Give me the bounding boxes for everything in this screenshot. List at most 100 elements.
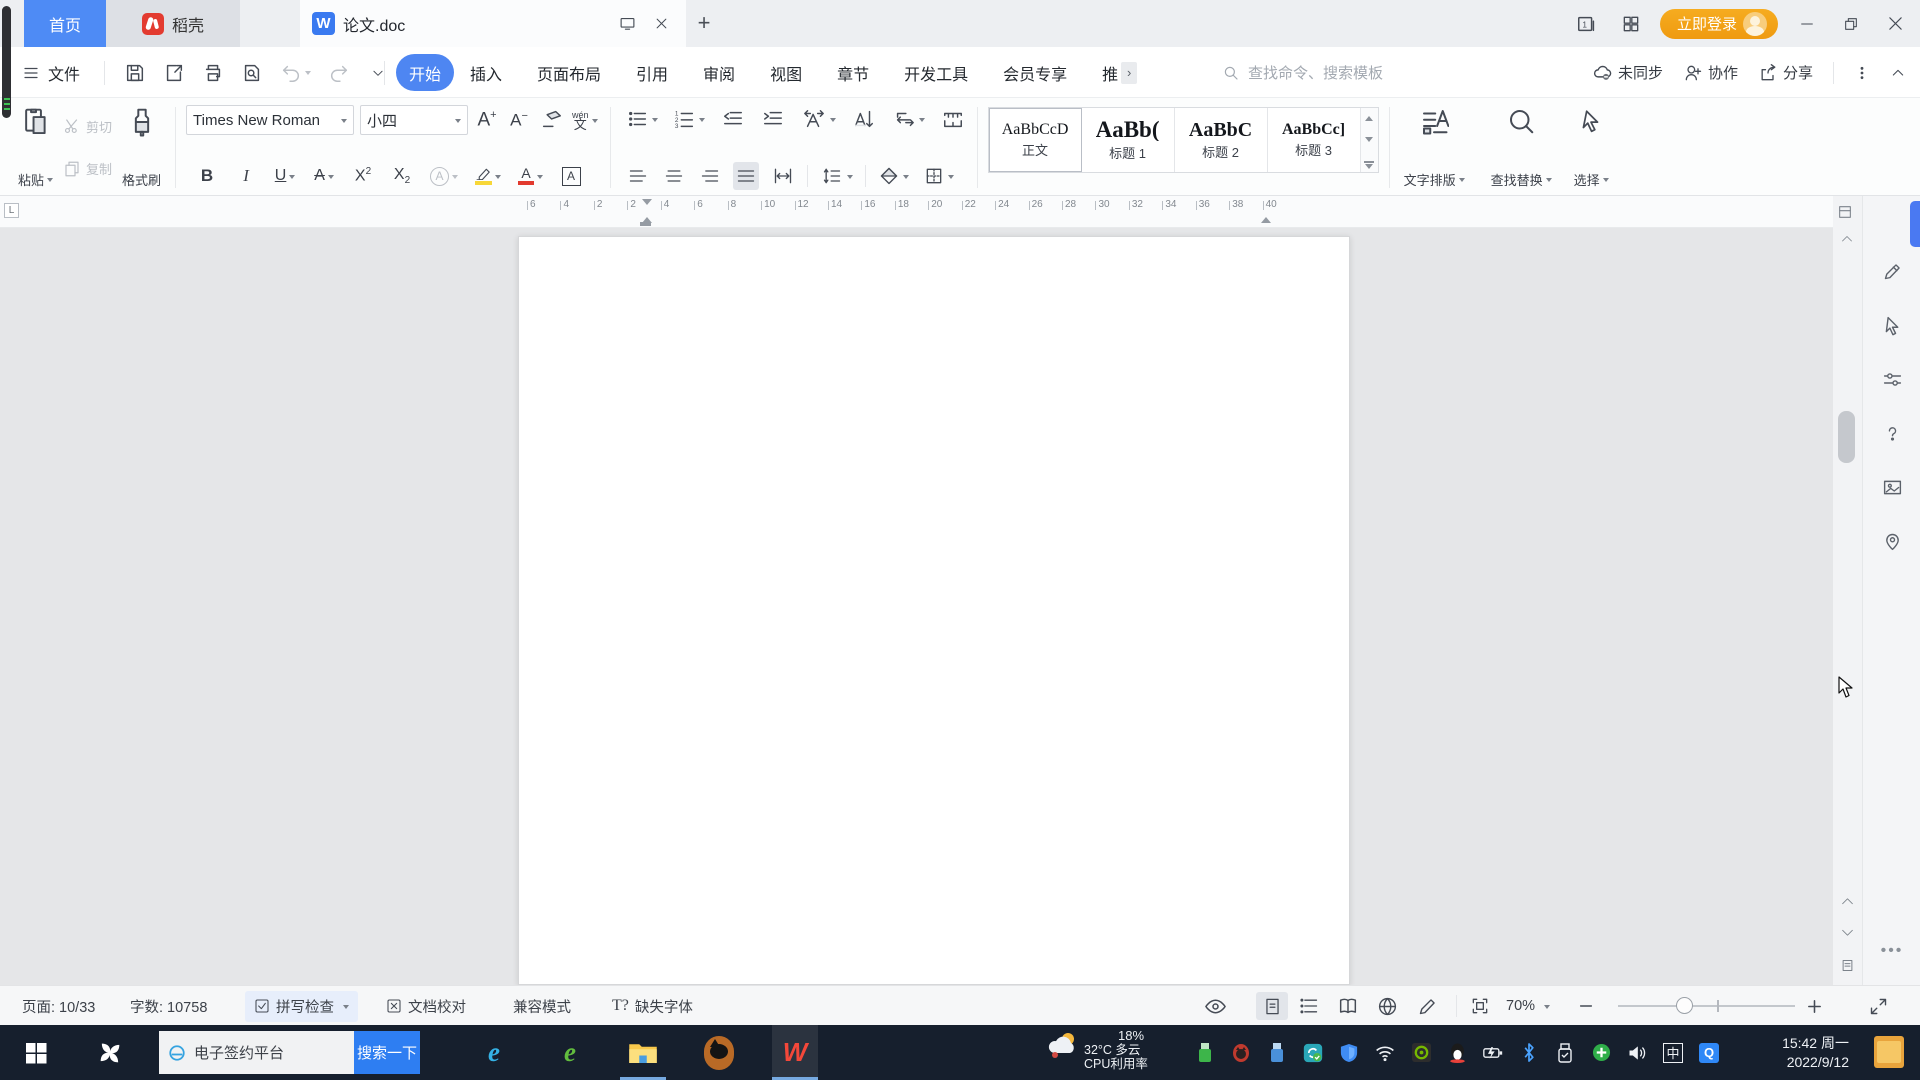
style-heading3[interactable]: AaBbCc] 标题 3	[1267, 108, 1361, 172]
sync-status[interactable]: 未同步	[1592, 62, 1663, 83]
restore-button[interactable]	[1836, 9, 1866, 39]
font-size-select[interactable]: 小四	[360, 105, 469, 135]
tab-home[interactable]: 首页	[24, 0, 106, 47]
tab-docer[interactable]: 稻壳	[106, 0, 240, 47]
align-left-icon[interactable]	[625, 162, 651, 190]
next-page-icon[interactable]	[1837, 928, 1857, 938]
cut-button[interactable]: 剪切	[63, 117, 112, 136]
workbench-grid-icon[interactable]	[1616, 9, 1646, 39]
document-area[interactable]	[0, 228, 1833, 985]
web-view-icon[interactable]	[1377, 986, 1398, 1026]
start-button[interactable]	[12, 1025, 60, 1080]
align-center-icon[interactable]	[661, 162, 687, 190]
italic-icon[interactable]: I	[233, 162, 259, 190]
tray-sync-icon[interactable]	[1302, 1042, 1324, 1064]
styles-scroll-down-icon[interactable]	[1365, 136, 1374, 146]
tray-wifi-icon[interactable]	[1374, 1042, 1396, 1064]
superscript-icon[interactable]: X2	[350, 162, 376, 190]
justify-icon[interactable]	[732, 162, 759, 190]
tray-qq-icon[interactable]	[1446, 1042, 1468, 1064]
tab-stops-icon[interactable]	[939, 105, 967, 133]
read-view-icon[interactable]	[1337, 986, 1359, 1026]
tray-redcat-icon[interactable]	[1230, 1042, 1252, 1064]
style-normal[interactable]: AaBbCcD 正文	[988, 108, 1082, 172]
page-indicator[interactable]: 页面: 10/33	[22, 986, 95, 1026]
ribbon-tab-dev-tools[interactable]: 开发工具	[904, 61, 968, 85]
ribbon-tab-review[interactable]: 审阅	[703, 61, 735, 85]
left-indent-marker[interactable]	[640, 222, 651, 226]
tray-bluetooth-icon[interactable]	[1518, 1042, 1540, 1064]
app-cat-icon[interactable]	[696, 1025, 742, 1080]
distribute-icon[interactable]	[769, 162, 797, 190]
char-scale-icon[interactable]	[799, 105, 838, 133]
scroll-up-icon[interactable]	[1837, 234, 1857, 243]
style-heading1[interactable]: AaBb( 标题 1	[1081, 108, 1175, 172]
phonetic-guide-icon[interactable]: wén 文	[570, 106, 600, 134]
tray-usb-green-icon[interactable]	[1194, 1042, 1216, 1064]
ribbon-tab-member[interactable]: 会员专享	[1003, 61, 1067, 85]
undo-button[interactable]	[278, 59, 313, 87]
page-nav-icon[interactable]	[1837, 958, 1857, 973]
app-ie-icon[interactable]: e	[471, 1025, 517, 1080]
font-color-icon[interactable]: A	[516, 162, 545, 190]
file-menu[interactable]: 文件	[22, 47, 80, 98]
format-painter-button[interactable]: 格式刷	[118, 103, 165, 192]
customize-toolbar-icon[interactable]	[365, 59, 391, 87]
ribbon-tabs-overflow-arrow[interactable]: ›	[1121, 61, 1138, 84]
locate-pin-icon[interactable]	[1877, 526, 1907, 556]
pinwheel-app-icon[interactable]	[86, 1025, 134, 1080]
zoom-level[interactable]: 70%	[1506, 986, 1551, 1026]
ribbon-tab-references[interactable]: 引用	[636, 61, 668, 85]
close-window-button[interactable]	[1880, 9, 1910, 39]
clear-format-icon[interactable]	[538, 106, 564, 134]
text-direction-icon[interactable]	[890, 105, 927, 133]
taskbar-clock[interactable]: 15:42 周一 2022/9/12	[1757, 1025, 1849, 1080]
fit-page-icon[interactable]	[1470, 986, 1490, 1026]
command-search[interactable]: 查找命令、搜索模板	[1222, 47, 1383, 98]
tray-usb-blue-icon[interactable]	[1266, 1042, 1288, 1064]
collapse-ribbon-icon[interactable]	[1890, 65, 1906, 81]
styles-scroll-up-icon[interactable]	[1365, 112, 1374, 121]
scrollbar-thumb[interactable]	[1838, 411, 1855, 463]
help-icon[interactable]	[1877, 418, 1907, 448]
find-replace-button[interactable]: 查找替换	[1487, 103, 1556, 192]
tray-q-app-icon[interactable]: Q	[1698, 1042, 1720, 1064]
right-indent-marker[interactable]	[1261, 212, 1271, 223]
tray-update-icon[interactable]	[1590, 1042, 1612, 1064]
task-pane-handle[interactable]	[1910, 201, 1920, 247]
font-name-select[interactable]: Times New Roman	[186, 105, 355, 135]
bullet-list-icon[interactable]	[625, 105, 660, 133]
shading-icon[interactable]	[876, 162, 911, 190]
missing-font-button[interactable]: T? 缺失字体	[612, 986, 693, 1026]
decrease-font-icon[interactable]: A−	[506, 106, 532, 134]
app-green-browser-icon[interactable]: e	[547, 1025, 593, 1080]
more-options-icon[interactable]	[1854, 65, 1870, 81]
ribbon-tab-truncated[interactable]: 推 ›	[1102, 61, 1138, 85]
spell-check-toggle[interactable]: 拼写检查	[245, 986, 358, 1026]
ribbon-tab-home[interactable]: 开始	[396, 54, 454, 91]
strikethrough-icon[interactable]: A	[311, 162, 337, 190]
align-right-icon[interactable]	[697, 162, 723, 190]
ribbon-tab-insert[interactable]: 插入	[470, 61, 502, 85]
tray-volume-icon[interactable]	[1626, 1042, 1648, 1064]
style-heading2[interactable]: AaBbC 标题 2	[1174, 108, 1268, 172]
decrease-indent-icon[interactable]	[719, 105, 747, 133]
tab-document[interactable]: W 论文.doc	[300, 0, 686, 47]
select-button[interactable]: 选择	[1570, 103, 1613, 192]
char-effect-icon[interactable]: A	[428, 162, 460, 190]
increase-font-icon[interactable]: A+	[474, 106, 500, 134]
taskbar-search[interactable]: 电子签约平台 搜索一下	[159, 1031, 420, 1074]
redo-button[interactable]	[326, 59, 352, 87]
screen-tool-handle[interactable]	[2, 6, 11, 118]
eye-protect-icon[interactable]	[1204, 986, 1227, 1026]
paste-button[interactable]: 粘贴	[14, 103, 57, 192]
highlight-color-icon[interactable]	[473, 162, 503, 190]
copy-button[interactable]: 复制	[63, 159, 112, 178]
line-spacing-icon[interactable]	[818, 162, 855, 190]
new-tab-button[interactable]: +	[690, 9, 718, 37]
text-layout-button[interactable]: 文字排版	[1400, 103, 1469, 192]
zoom-in-icon[interactable]	[1806, 986, 1823, 1026]
print-preview-icon[interactable]	[239, 59, 265, 87]
minimize-button[interactable]	[1792, 9, 1822, 39]
integrate-window-icon[interactable]: 1	[1572, 9, 1602, 39]
